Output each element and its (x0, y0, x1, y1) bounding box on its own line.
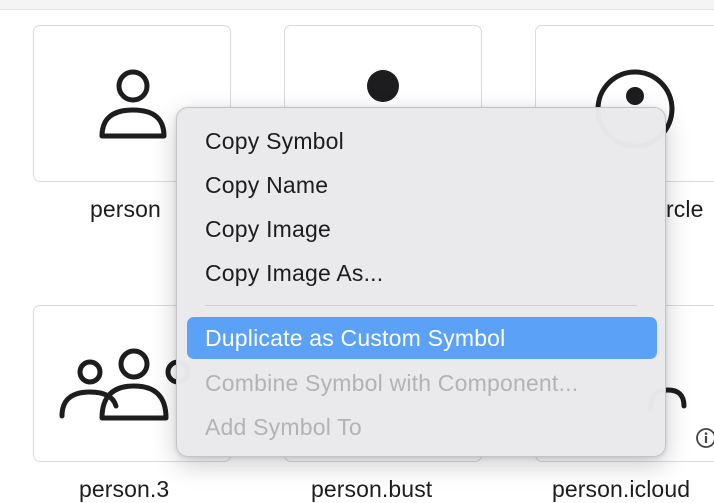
menu-separator (205, 305, 637, 306)
symbol-label: person.icloud (552, 476, 691, 502)
info-circle-icon[interactable] (695, 427, 714, 449)
menu-item-combine-symbol-with-component: Combine Symbol with Component... (205, 370, 579, 396)
person-fill-icon (367, 70, 399, 102)
symbol-label: rcle (666, 196, 704, 222)
menu-item-copy-image-as[interactable]: Copy Image As... (187, 252, 657, 294)
symbol-label: person.3 (79, 476, 170, 502)
menu-item-copy-image[interactable]: Copy Image (187, 208, 657, 250)
menu-item-add-symbol-to: Add Symbol To (205, 414, 362, 440)
menu-item-copy-name[interactable]: Copy Name (187, 164, 657, 206)
menu-item-copy-symbol[interactable]: Copy Symbol (187, 120, 657, 162)
symbol-label: person (90, 196, 161, 222)
context-menu: Copy Symbol Copy Name Copy Image Copy Im… (176, 107, 666, 457)
symbol-label: person.bust (311, 476, 433, 502)
person-icon (99, 69, 167, 139)
menu-item-duplicate-as-custom-symbol[interactable]: Duplicate as Custom Symbol (187, 317, 657, 359)
